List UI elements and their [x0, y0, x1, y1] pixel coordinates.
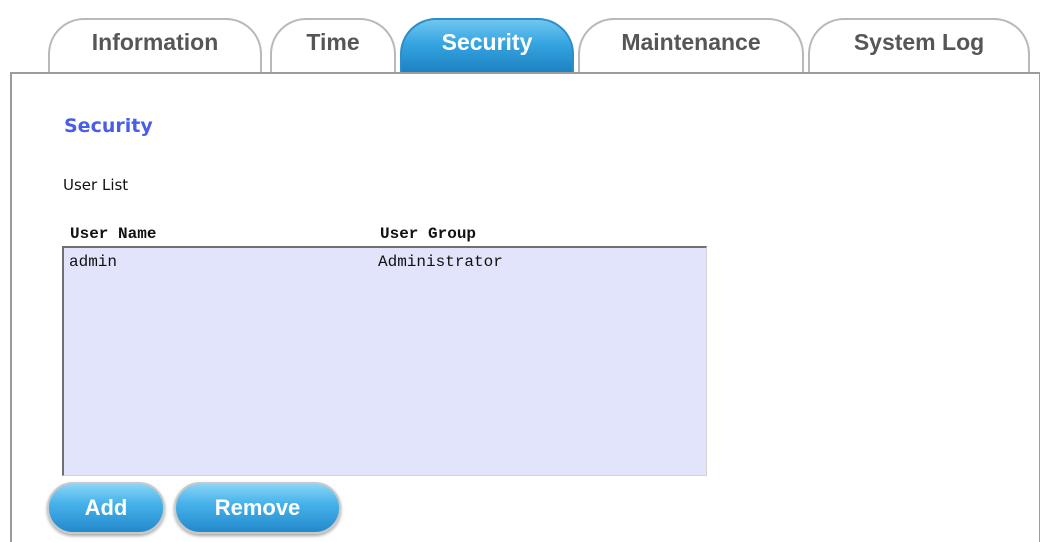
add-button[interactable]: Add [47, 482, 165, 534]
tab-security[interactable]: Security [400, 18, 574, 74]
tab-time-label: Time [306, 29, 360, 55]
tab-system-log[interactable]: System Log [808, 18, 1030, 74]
column-header-user-group: User Group [380, 225, 477, 243]
user-name-cell: admin [69, 253, 118, 271]
security-page: Information Time Security Maintenance Sy… [0, 0, 1040, 542]
tab-time[interactable]: Time [270, 18, 396, 74]
list-item[interactable]: admin Administrator [64, 252, 706, 272]
user-list-box[interactable]: admin Administrator [62, 246, 707, 476]
remove-button[interactable]: Remove [174, 482, 341, 534]
tab-bar: Information Time Security Maintenance Sy… [0, 0, 1040, 74]
page-title: Security [64, 115, 153, 137]
user-group-cell: Administrator [378, 253, 503, 271]
tab-system-log-label: System Log [853, 29, 985, 55]
tab-maintenance-label: Maintenance [621, 29, 761, 55]
user-list-label: User List [63, 176, 129, 194]
tab-maintenance[interactable]: Maintenance [578, 18, 804, 74]
tab-information[interactable]: Information [48, 18, 262, 74]
column-header-user-name: User Name [70, 225, 157, 243]
tab-security-label: Security [441, 29, 533, 55]
tab-information-label: Information [91, 29, 219, 55]
